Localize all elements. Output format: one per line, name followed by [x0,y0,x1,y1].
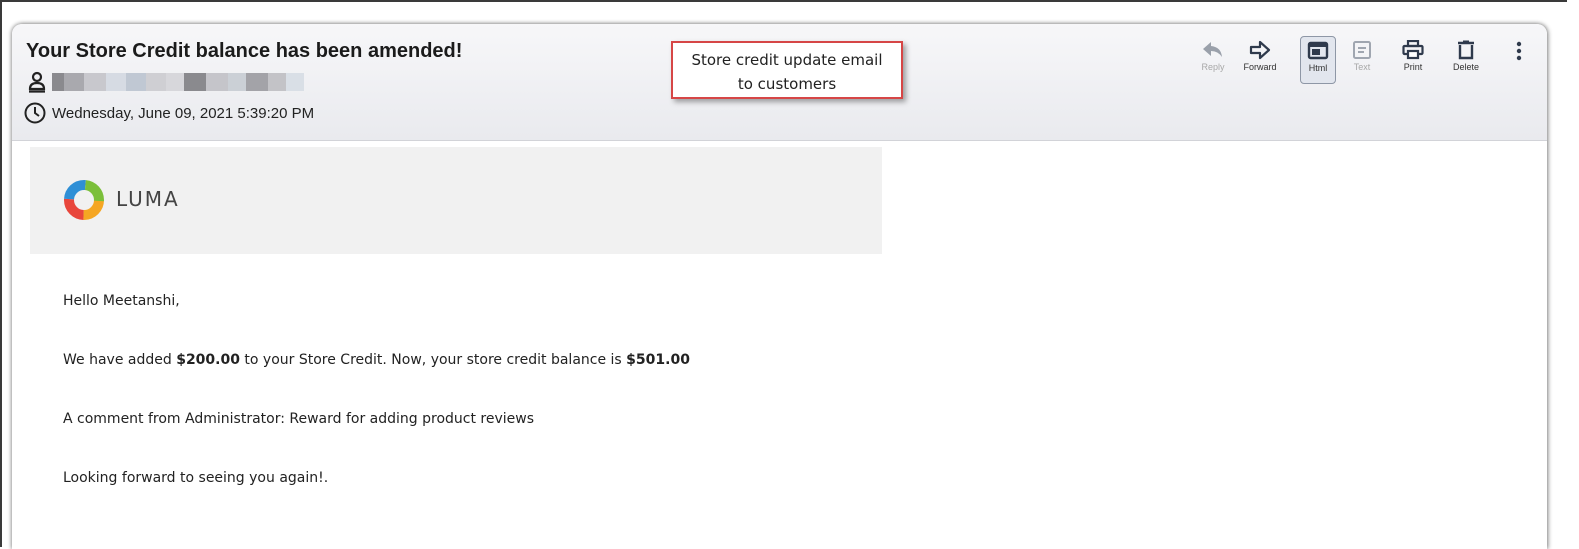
delete-icon [1458,40,1474,60]
text-view-label: Text [1353,62,1371,72]
more-options-icon[interactable] [1513,40,1525,64]
luma-logo-icon [64,180,104,220]
sender-redacted [52,73,318,91]
email-viewer: Your Store Credit balance has been amend… [12,24,1547,549]
reply-label: Reply [1201,62,1225,72]
text-view-button[interactable]: Text [1344,36,1380,84]
text-view-icon [1353,41,1371,59]
email-greeting: Hello Meetanshi, [63,293,180,309]
person-icon [28,71,46,93]
credit-added-amount: $200.00 [176,352,240,368]
email-closing: Looking forward to seeing you again!. [63,470,329,486]
html-view-icon [1307,41,1329,60]
credit-prefix: We have added [63,352,177,368]
print-icon [1402,40,1424,60]
luma-logo-text: LUMA [116,187,180,211]
email-subject: Your Store Credit balance has been amend… [26,40,463,62]
clock-icon [24,102,46,124]
reply-icon [1203,42,1222,57]
email-header: Your Store Credit balance has been amend… [12,24,1547,141]
forward-icon [1249,40,1271,60]
print-label: Print [1403,62,1423,72]
email-credit-line: We have added $200.00 to your Store Cred… [63,352,690,368]
html-view-button[interactable]: Html [1300,36,1336,84]
annotation-callout: Store credit update email to customers [671,41,903,99]
delete-button[interactable]: Delete [1446,36,1486,84]
credit-middle: to your Store Credit. Now, your store cr… [239,352,627,368]
print-button[interactable]: Print [1394,36,1432,84]
annotation-line-2: to customers [737,75,837,93]
forward-label: Forward [1243,62,1277,72]
html-view-label: Html [1308,63,1328,73]
delete-label: Delete [1452,62,1479,72]
forward-button[interactable]: Forward [1234,36,1286,84]
email-brand-banner: LUMA [30,147,882,254]
credit-balance-amount: $501.00 [626,352,690,368]
email-comment: A comment from Administrator: Reward for… [63,411,535,427]
annotation-line-1: Store credit update email [691,51,883,69]
reply-button[interactable]: Reply [1192,36,1234,84]
email-date: Wednesday, June 09, 2021 5:39:20 PM [52,105,315,122]
